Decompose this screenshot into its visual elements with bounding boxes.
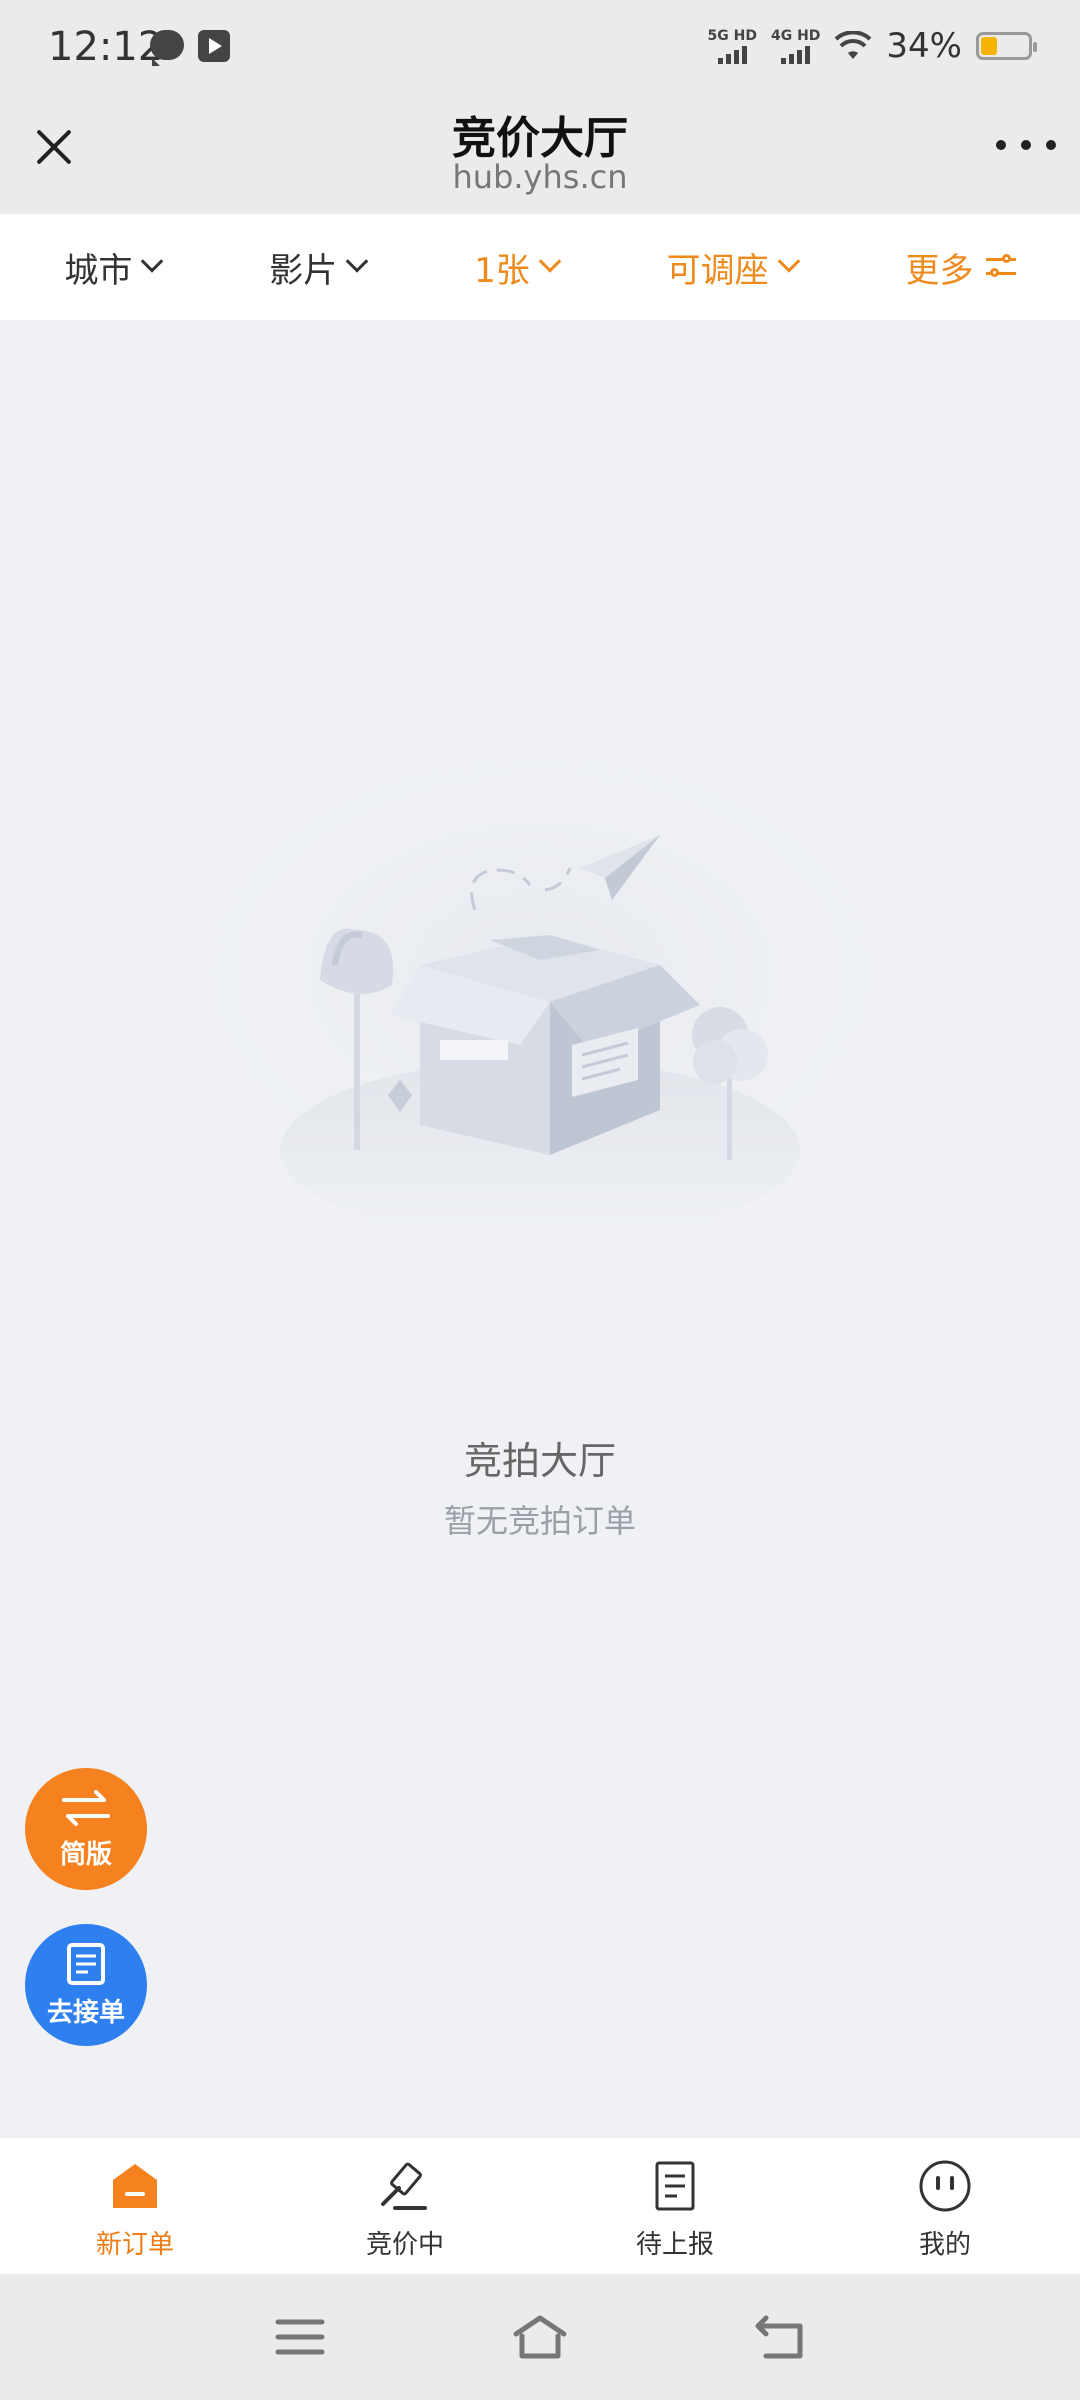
sim2-signal: 4G HD — [771, 28, 820, 64]
battery-level — [981, 37, 997, 55]
filter-label: 影片 — [269, 250, 338, 291]
filter-label: 可调座 — [666, 250, 769, 291]
home-nav-icon[interactable] — [512, 2312, 568, 2362]
filter-seat-adjust[interactable]: 可调座 — [666, 243, 800, 292]
filter-movie[interactable]: 影片 — [269, 243, 369, 292]
tab-mine[interactable]: 我的 — [810, 2138, 1080, 2274]
back-icon[interactable] — [752, 2312, 808, 2362]
tab-label: 竞价中 — [365, 2230, 444, 2260]
sliders-icon — [985, 254, 1016, 280]
empty-state-title: 竞拍大厅 — [463, 1439, 616, 1483]
notification-icons — [150, 30, 230, 66]
tab-pending-report[interactable]: 待上报 — [540, 2138, 810, 2274]
filter-label: 更多 — [905, 250, 974, 291]
sim1-label: 5G HD — [707, 28, 757, 44]
page-domain: hub.yhs.cn — [452, 158, 628, 196]
profile-face-icon — [919, 2160, 971, 2212]
tab-label: 新订单 — [95, 2230, 174, 2260]
status-bar: 12:12 5G HD 4G HD 34% — [0, 0, 1080, 100]
document-icon — [655, 2161, 695, 2211]
chevron-down-icon — [141, 250, 164, 273]
page-title: 竞价大厅 — [452, 113, 628, 164]
filter-city[interactable]: 城市 — [64, 243, 164, 292]
more-options-icon[interactable] — [996, 130, 1056, 160]
filter-bar: 城市 影片 1张 可调座 更多 — [0, 214, 1080, 320]
empty-box-illustration — [140, 740, 940, 1260]
tab-label: 我的 — [918, 2230, 971, 2260]
status-right: 5G HD 4G HD 34% — [708, 26, 1037, 66]
tab-bidding[interactable]: 竞价中 — [270, 2138, 540, 2274]
battery-percent: 34% — [886, 26, 962, 66]
status-time: 12:12 — [48, 24, 164, 70]
wifi-icon — [835, 31, 872, 59]
menu-icon[interactable] — [272, 2312, 328, 2362]
system-nav-bar — [0, 2274, 1080, 2400]
filter-more[interactable]: 更多 — [906, 243, 1016, 292]
take-order-button[interactable]: 去接单 — [25, 1924, 147, 2046]
gavel-icon — [381, 2162, 427, 2210]
message-icon — [150, 30, 184, 66]
empty-state-subtitle: 暂无竞拍订单 — [443, 1502, 636, 1540]
battery-icon — [976, 32, 1037, 60]
document-icon — [67, 1942, 105, 1985]
simple-version-label: 简版 — [59, 1839, 112, 1870]
nav-header: 竞价大厅 hub.yhs.cn — [0, 100, 1080, 214]
home-icon — [113, 2164, 157, 2208]
filter-label: 1张 — [474, 250, 530, 291]
filter-label: 城市 — [64, 250, 133, 291]
bottom-tab-bar: 新订单 竞价中 待上报 我的 — [0, 2138, 1080, 2274]
signal-bars-icon — [717, 44, 747, 64]
chevron-down-icon — [345, 250, 369, 273]
signal-bars-icon — [781, 44, 811, 64]
take-order-label: 去接单 — [46, 1997, 125, 2028]
video-app-icon — [198, 30, 230, 62]
chevron-down-icon — [777, 250, 800, 273]
filter-ticket-count[interactable]: 1张 — [474, 243, 562, 292]
sim1-signal: 5G HD — [708, 28, 757, 64]
simple-version-button[interactable]: 简版 — [25, 1768, 147, 1890]
swap-arrows-icon — [62, 1789, 110, 1826]
chevron-down-icon — [538, 250, 562, 273]
sim2-label: 4G HD — [770, 28, 821, 44]
tab-label: 待上报 — [635, 2230, 714, 2260]
tab-new-orders[interactable]: 新订单 — [0, 2138, 270, 2274]
